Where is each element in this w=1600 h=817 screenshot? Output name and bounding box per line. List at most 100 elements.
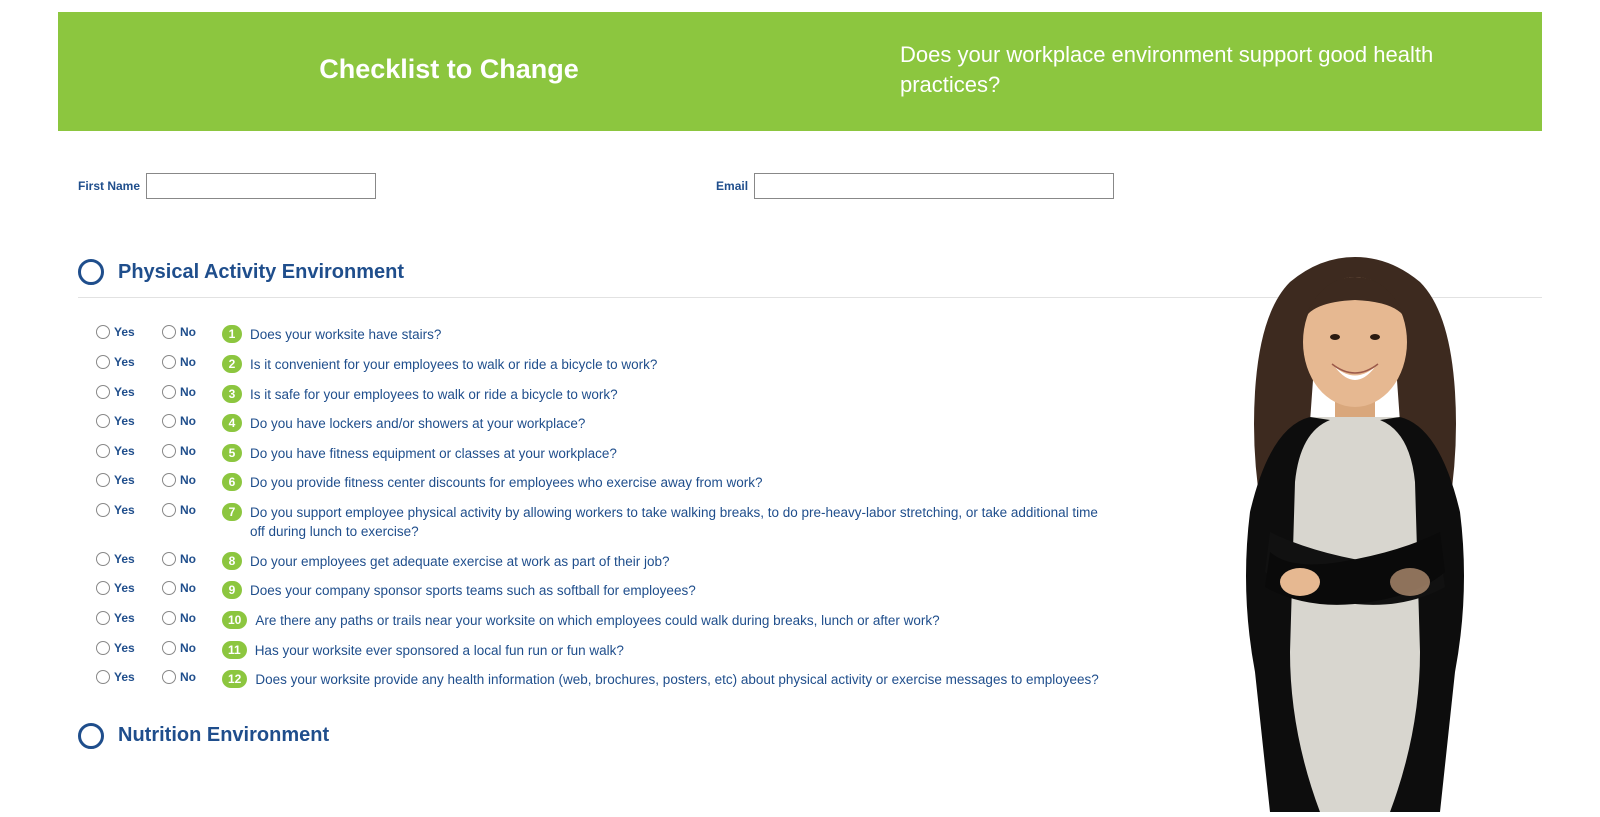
radio-yes[interactable]: Yes: [96, 641, 146, 655]
question-number-badge: 6: [222, 473, 242, 491]
radio-group: Yes No: [96, 611, 222, 625]
radio-circle-icon[interactable]: [162, 641, 176, 655]
radio-no[interactable]: No: [162, 444, 212, 458]
radio-label-no: No: [180, 325, 196, 339]
question-number-badge: 4: [222, 414, 242, 432]
question-text: Do you provide fitness center discounts …: [250, 473, 1106, 493]
radio-label-yes: Yes: [114, 325, 135, 339]
radio-circle-icon[interactable]: [96, 581, 110, 595]
question-number-badge: 7: [222, 503, 242, 521]
question-text: Has your worksite ever sponsored a local…: [255, 641, 1106, 661]
radio-yes[interactable]: Yes: [96, 611, 146, 625]
radio-label-no: No: [180, 355, 196, 369]
question-row: YesNo7Do you support employee physical a…: [96, 498, 1106, 547]
radio-circle-icon[interactable]: [162, 552, 176, 566]
question-row: YesNo2Is it convenient for your employee…: [96, 350, 1106, 380]
radio-no[interactable]: No: [162, 670, 212, 684]
question-text: Is it safe for your employees to walk or…: [250, 385, 1106, 405]
radio-circle-icon[interactable]: [162, 473, 176, 487]
radio-circle-icon[interactable]: [162, 611, 176, 625]
radio-no[interactable]: No: [162, 611, 212, 625]
first-name-input[interactable]: [146, 173, 376, 199]
question-row: Yes No 9 Does your company sponsor sports t…: [96, 576, 1106, 606]
radio-yes[interactable]: Yes: [96, 670, 146, 684]
section-title-nutrition: Nutrition Environment: [118, 724, 329, 747]
header-right: Does your workplace environment support …: [800, 40, 1502, 99]
radio-label-yes: Yes: [114, 611, 135, 625]
radio-no[interactable]: No: [162, 503, 212, 517]
radio-label-no: No: [180, 414, 196, 428]
radio-no[interactable]: No: [162, 641, 212, 655]
radio-yes[interactable]: Yes: [96, 444, 146, 458]
radio-circle-icon[interactable]: [162, 444, 176, 458]
radio-circle-icon[interactable]: [162, 414, 176, 428]
radio-label-yes: Yes: [114, 355, 135, 369]
question-number-badge: 11: [222, 641, 247, 659]
radio-circle-icon[interactable]: [96, 641, 110, 655]
radio-yes[interactable]: Yes: [96, 473, 146, 487]
question-text: Do your employees get adequate exercise …: [250, 552, 1106, 572]
radio-label-yes: Yes: [114, 641, 135, 655]
radio-circle-icon[interactable]: [96, 503, 110, 517]
question-row: YesNo3Is it safe for your employees to w…: [96, 380, 1106, 410]
question-number-badge: 10: [222, 611, 247, 629]
radio-label-yes: Yes: [114, 581, 135, 595]
radio-circle-icon[interactable]: [162, 503, 176, 517]
radio-group: Yes No: [96, 581, 222, 595]
radio-yes[interactable]: Yes: [96, 414, 146, 428]
person-photo: [1170, 252, 1540, 812]
radio-no[interactable]: No: [162, 581, 212, 595]
radio-circle-icon[interactable]: [162, 670, 176, 684]
question-number-badge: 12: [222, 670, 247, 688]
question-text: Does your company sponsor sports teams s…: [250, 581, 1106, 601]
radio-no[interactable]: No: [162, 355, 212, 369]
radio-group: Yes No: [96, 355, 222, 369]
radio-label-yes: Yes: [114, 670, 135, 684]
first-name-group: First Name: [78, 173, 376, 199]
radio-no[interactable]: No: [162, 552, 212, 566]
radio-circle-icon[interactable]: [96, 552, 110, 566]
radio-circle-icon[interactable]: [96, 355, 110, 369]
radio-yes[interactable]: Yes: [96, 355, 146, 369]
radio-circle-icon[interactable]: [96, 385, 110, 399]
radio-circle-icon[interactable]: [96, 325, 110, 339]
radio-circle-icon[interactable]: [96, 473, 110, 487]
radio-circle-icon[interactable]: [162, 385, 176, 399]
question-number-badge: 2: [222, 355, 242, 373]
form-fields: First Name Email: [78, 173, 1542, 199]
radio-yes[interactable]: Yes: [96, 581, 146, 595]
radio-circle-icon[interactable]: [162, 355, 176, 369]
first-name-label: First Name: [78, 179, 140, 193]
question-row: Yes No 10 Are there any paths or trails nea…: [96, 606, 1106, 636]
question-text: Are there any paths or trails near your …: [255, 611, 1106, 631]
radio-no[interactable]: No: [162, 473, 212, 487]
radio-group: Yes No: [96, 325, 222, 339]
radio-circle-icon[interactable]: [96, 414, 110, 428]
radio-circle-icon[interactable]: [96, 611, 110, 625]
radio-circle-icon[interactable]: [96, 670, 110, 684]
radio-yes[interactable]: Yes: [96, 503, 146, 517]
question-number-badge: 9: [222, 581, 242, 599]
email-input[interactable]: [754, 173, 1114, 199]
radio-circle-icon[interactable]: [162, 325, 176, 339]
radio-no[interactable]: No: [162, 325, 212, 339]
radio-yes[interactable]: Yes: [96, 385, 146, 399]
radio-label-yes: Yes: [114, 444, 135, 458]
radio-no[interactable]: No: [162, 385, 212, 399]
radio-group: Yes No: [96, 385, 222, 399]
page-subtitle: Does your workplace environment support …: [900, 40, 1502, 99]
radio-yes[interactable]: Yes: [96, 325, 146, 339]
radio-circle-icon[interactable]: [162, 581, 176, 595]
radio-circle-icon[interactable]: [96, 444, 110, 458]
radio-group: Yes No: [96, 473, 222, 487]
radio-label-yes: Yes: [114, 414, 135, 428]
question-text: Do you have fitness equipment or classes…: [250, 444, 1106, 464]
question-text: Does your worksite provide any health in…: [255, 670, 1106, 690]
section-circle-icon: [78, 723, 104, 749]
header-left: Checklist to Change: [98, 54, 800, 85]
email-group: Email: [716, 173, 1114, 199]
question-text: Does your worksite have stairs?: [250, 325, 1106, 345]
radio-group: Yes No: [96, 552, 222, 566]
radio-no[interactable]: No: [162, 414, 212, 428]
radio-yes[interactable]: Yes: [96, 552, 146, 566]
